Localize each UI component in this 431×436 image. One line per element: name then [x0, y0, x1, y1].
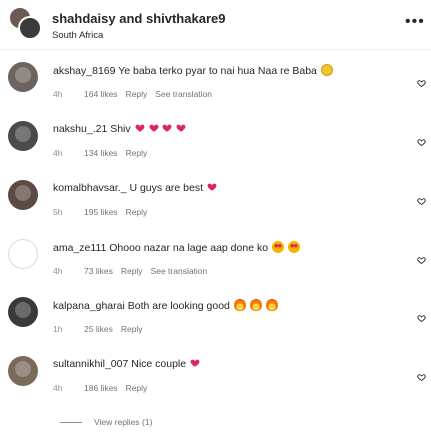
reply-button[interactable]: Reply [126, 383, 148, 393]
post-usernames: shahdaisy and shivthakare9 [52, 11, 225, 26]
comment-row: sultannikhil_007 Nice couple 4h 186 likes… [0, 354, 431, 408]
comment-body: Ye baba terko pyar to nai hua Naa re Bab… [118, 65, 317, 77]
post-avatars[interactable] [8, 6, 42, 40]
more-options-button[interactable]: ••• [405, 14, 425, 30]
comment-text: kalpana_gharai Both are looking good [53, 299, 278, 312]
fire-emoji-icon [265, 299, 278, 311]
comment-row: akshay_8169 Ye baba terko pyar to nai hu… [0, 60, 431, 114]
comment-row: ama_ze111 Ohooo nazar na lage aap done k… [0, 237, 431, 291]
comment-body: Both are looking good [127, 300, 230, 312]
likes-count[interactable]: 25 likes [84, 324, 113, 334]
comment-row: kalpana_gharai Both are looking good 1h 2… [0, 295, 431, 349]
comment-meta: 4h 186 likes Reply [53, 383, 155, 393]
heart-eyes-emoji-icon [287, 241, 300, 253]
reply-button[interactable]: Reply [121, 266, 143, 276]
view-replies-button[interactable]: View replies (1) [60, 417, 152, 427]
comment-text: ama_ze111 Ohooo nazar na lage aap done k… [53, 241, 300, 254]
heart-emoji-icon [161, 123, 172, 135]
comment-meta: 5h 195 likes Reply [53, 207, 155, 217]
avatar[interactable] [8, 121, 38, 151]
post-user-b[interactable]: shivthakare9 [146, 11, 226, 26]
avatar [18, 16, 42, 40]
comment-text: komalbhavsar._ U guys are best [53, 182, 217, 194]
fire-emoji-icon [249, 299, 262, 311]
comment-text: nakshu_.21 Shiv [53, 123, 186, 135]
comment-username[interactable]: ama_ze111 [53, 242, 106, 254]
divider [0, 49, 431, 50]
reply-button[interactable]: Reply [126, 148, 148, 158]
like-heart-icon[interactable] [417, 134, 426, 147]
comment-body: Ohooo nazar na lage aap done ko [109, 242, 269, 254]
avatar[interactable] [8, 180, 38, 210]
post-location[interactable]: South Africa [52, 30, 103, 41]
comment-time: 5h [53, 207, 63, 217]
like-heart-icon[interactable] [417, 75, 426, 88]
comment-row: nakshu_.21 Shiv 4h 134 likes Reply [0, 119, 431, 173]
comment-username[interactable]: nakshu_.21 [53, 123, 107, 135]
comment-body: U guys are best [129, 182, 204, 194]
comment-meta: 1h 25 likes Reply [53, 324, 151, 334]
heart-emoji-icon [148, 123, 159, 135]
avatar[interactable] [8, 239, 38, 269]
reply-button[interactable]: Reply [126, 89, 148, 99]
like-heart-icon[interactable] [417, 369, 426, 382]
comment-time: 4h [53, 148, 63, 158]
comment-meta: 4h 73 likes Reply See translation [53, 266, 215, 276]
view-replies-label: View replies (1) [94, 417, 153, 427]
avatar[interactable] [8, 62, 38, 92]
comment-username[interactable]: akshay_8169 [53, 65, 115, 77]
like-heart-icon[interactable] [417, 193, 426, 206]
post-header: shahdaisy and shivthakare9 South Africa … [0, 0, 431, 48]
post-user-a[interactable]: shahdaisy [52, 11, 116, 26]
comment-time: 4h [53, 266, 63, 276]
post-joiner: and [119, 11, 143, 26]
reply-button[interactable]: Reply [121, 324, 143, 334]
smile-emoji-icon [320, 64, 333, 76]
heart-emoji-icon [206, 182, 217, 194]
like-heart-icon[interactable] [417, 310, 426, 323]
likes-count[interactable]: 186 likes [84, 383, 118, 393]
comment-text: akshay_8169 Ye baba terko pyar to nai hu… [53, 64, 333, 77]
divider-line [60, 422, 82, 424]
comment-text: sultannikhil_007 Nice couple [53, 358, 200, 370]
likes-count[interactable]: 164 likes [84, 89, 118, 99]
heart-emoji-icon [175, 123, 186, 135]
like-heart-icon[interactable] [417, 252, 426, 265]
fire-emoji-icon [233, 299, 246, 311]
comment-username[interactable]: komalbhavsar._ [53, 182, 127, 194]
comment-username[interactable]: sultannikhil_007 [53, 358, 128, 370]
heart-emoji-icon [189, 358, 200, 370]
comment-meta: 4h 134 likes Reply [53, 148, 155, 158]
ellipsis-icon: ••• [405, 13, 425, 30]
comment-meta: 4h 164 likes Reply See translation [53, 89, 220, 99]
comment-time: 4h [53, 89, 63, 99]
comment-body: Nice couple [131, 358, 187, 370]
comment-time: 1h [53, 324, 63, 334]
comment-time: 4h [53, 383, 63, 393]
comment-row: komalbhavsar._ U guys are best 5h 195 lik… [0, 178, 431, 232]
likes-count[interactable]: 134 likes [84, 148, 118, 158]
comment-body: Shiv [110, 123, 131, 135]
see-translation-button[interactable]: See translation [155, 89, 212, 99]
heart-eyes-emoji-icon [271, 241, 284, 253]
reply-button[interactable]: Reply [126, 207, 148, 217]
see-translation-button[interactable]: See translation [151, 266, 208, 276]
comment-username[interactable]: kalpana_gharai [53, 300, 125, 312]
avatar[interactable] [8, 356, 38, 386]
likes-count[interactable]: 73 likes [84, 266, 113, 276]
likes-count[interactable]: 195 likes [84, 207, 118, 217]
heart-emoji-icon [134, 123, 145, 135]
avatar[interactable] [8, 297, 38, 327]
